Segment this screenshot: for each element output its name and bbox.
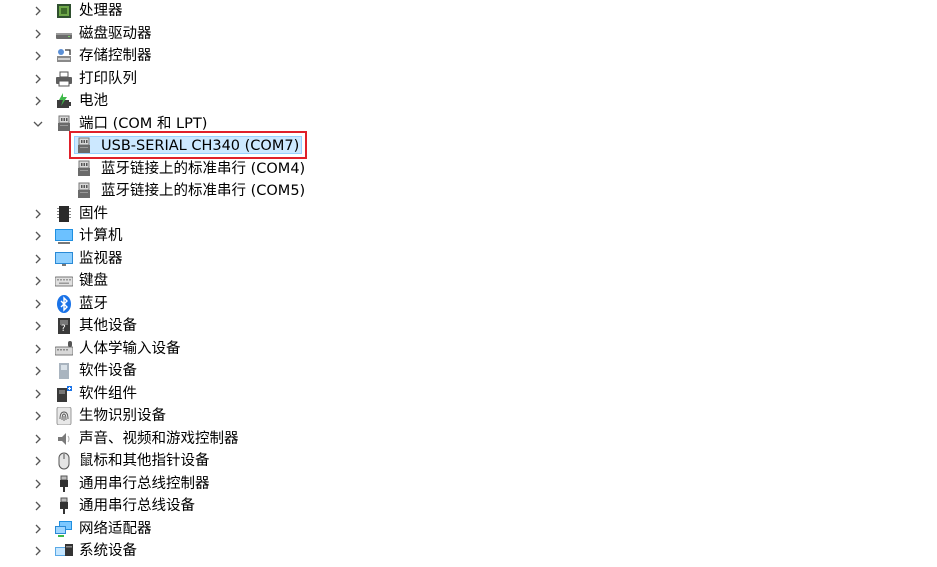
port-icon	[75, 137, 93, 155]
tree-category[interactable]: 计算机	[30, 225, 123, 247]
tree-category[interactable]: 磁盘驱动器	[30, 23, 152, 45]
usb-icon	[55, 475, 73, 493]
tree-category[interactable]: 软件组件	[30, 383, 137, 405]
tree-category-label: 鼠标和其他指针设备	[79, 453, 210, 469]
usb-icon	[55, 497, 73, 515]
chevron-right-icon[interactable]	[30, 338, 46, 360]
chevron-down-icon[interactable]	[30, 113, 46, 135]
tree-category-label: 端口 (COM 和 LPT)	[79, 115, 208, 132]
chevron-right-icon[interactable]	[30, 270, 46, 292]
tree-category-label: 监视器	[79, 250, 123, 267]
tree-category[interactable]: 监视器	[30, 248, 123, 270]
network-adapter-icon	[55, 520, 73, 538]
tree-category-label: 键盘	[79, 273, 108, 289]
chevron-right-icon[interactable]	[30, 360, 46, 382]
tree-category-label: 打印队列	[79, 70, 137, 87]
tree-category[interactable]: 系统设备	[30, 540, 137, 562]
port-icon	[75, 160, 93, 178]
tree-device[interactable]: 蓝牙链接上的标准串行 (COM4)	[75, 158, 305, 180]
tree-category-label: 通用串行总线控制器	[79, 475, 210, 492]
chevron-right-icon[interactable]	[30, 495, 46, 517]
chevron-right-icon[interactable]	[30, 90, 46, 112]
tree-category-label: 软件组件	[79, 385, 137, 402]
software-component-icon	[55, 385, 73, 403]
chevron-right-icon[interactable]	[30, 68, 46, 90]
tree-device-selected[interactable]: USB-SERIAL CH340 (COM7)	[75, 135, 299, 157]
tree-category[interactable]: 网络适配器	[30, 518, 152, 540]
tree-category[interactable]: 键盘	[30, 270, 108, 292]
chevron-right-icon[interactable]	[30, 203, 46, 225]
tree-category-label: 网络适配器	[79, 520, 152, 537]
tree-category[interactable]: 通用串行总线控制器	[30, 473, 210, 495]
monitor-icon	[55, 250, 73, 268]
tree-category-label: 蓝牙	[79, 295, 108, 312]
firmware-icon	[55, 205, 73, 223]
chevron-right-icon[interactable]	[30, 405, 46, 427]
cpu-icon	[55, 2, 73, 20]
tree-category[interactable]: 处理器	[30, 0, 123, 22]
tree-category-label: 其他设备	[79, 318, 137, 334]
chevron-right-icon[interactable]	[30, 248, 46, 270]
tree-category[interactable]: 打印队列	[30, 68, 137, 90]
chevron-right-icon[interactable]	[30, 293, 46, 315]
bluetooth-icon	[55, 294, 73, 313]
tree-category[interactable]: 通用串行总线设备	[30, 495, 195, 517]
tree-category-label: 人体学输入设备	[79, 340, 181, 357]
tree-device-label: USB-SERIAL CH340 (COM7)	[101, 138, 300, 154]
system-device-icon	[55, 542, 73, 560]
tree-category-label: 通用串行总线设备	[79, 498, 195, 514]
port-icon	[55, 115, 73, 133]
tree-category[interactable]: 生物识别设备	[30, 405, 166, 427]
chevron-right-icon[interactable]	[30, 383, 46, 405]
tree-category-label: 声音、视频和游戏控制器	[79, 430, 239, 447]
mouse-icon	[55, 452, 73, 470]
tree-device[interactable]: 蓝牙链接上的标准串行 (COM5)	[75, 180, 305, 202]
tree-category[interactable]: 软件设备	[30, 360, 137, 382]
tree-category[interactable]: 固件	[30, 203, 108, 225]
tree-category[interactable]: 端口 (COM 和 LPT)	[30, 113, 207, 135]
chevron-right-icon[interactable]	[30, 473, 46, 495]
chevron-right-icon[interactable]	[30, 225, 46, 247]
battery-icon	[55, 92, 73, 110]
keyboard-icon	[55, 272, 73, 290]
chevron-right-icon[interactable]	[30, 428, 46, 450]
chevron-right-icon[interactable]	[30, 540, 46, 562]
tree-category-label: 固件	[79, 205, 108, 222]
chevron-right-icon[interactable]	[30, 23, 46, 45]
tree-category[interactable]: 电池	[30, 90, 108, 112]
tree-category-label: 电池	[79, 93, 108, 109]
chevron-right-icon[interactable]	[30, 315, 46, 337]
speaker-icon	[55, 430, 73, 448]
tree-category-label: 计算机	[79, 228, 123, 244]
tree-category[interactable]: 存储控制器	[30, 45, 152, 67]
tree-category-label: 磁盘驱动器	[79, 25, 152, 42]
chevron-right-icon[interactable]	[30, 450, 46, 472]
printer-icon	[55, 70, 73, 88]
tree-category[interactable]: 人体学输入设备	[30, 338, 181, 360]
other-device-icon: ?	[55, 317, 73, 335]
tree-category[interactable]: 声音、视频和游戏控制器	[30, 428, 239, 450]
disk-drive-icon	[55, 25, 73, 43]
chevron-right-icon[interactable]	[30, 0, 46, 22]
fingerprint-icon	[55, 407, 73, 425]
tree-category-label: 存储控制器	[79, 48, 152, 64]
computer-icon	[55, 227, 73, 245]
tree-category-label: 处理器	[79, 3, 123, 19]
tree-device-label: 蓝牙链接上的标准串行 (COM5)	[101, 183, 306, 199]
tree-category-label: 生物识别设备	[79, 408, 166, 424]
svg-text:?: ?	[61, 324, 66, 334]
port-icon	[75, 182, 93, 200]
tree-category[interactable]: 鼠标和其他指针设备	[30, 450, 210, 472]
tree-category-label: 系统设备	[79, 543, 137, 559]
tree-category[interactable]: ? 其他设备	[30, 315, 137, 337]
chevron-right-icon[interactable]	[30, 45, 46, 67]
storage-controller-icon	[55, 47, 73, 65]
hid-icon	[55, 340, 73, 358]
tree-device-label: 蓝牙链接上的标准串行 (COM4)	[101, 160, 306, 177]
software-device-icon	[55, 362, 73, 380]
device-manager-tree: 处理器磁盘驱动器存储控制器打印队列电池端口 (COM 和 LPT) USB-SER…	[0, 0, 937, 567]
tree-category[interactable]: 蓝牙	[30, 293, 108, 315]
tree-category-label: 软件设备	[79, 363, 137, 379]
chevron-right-icon[interactable]	[30, 518, 46, 540]
